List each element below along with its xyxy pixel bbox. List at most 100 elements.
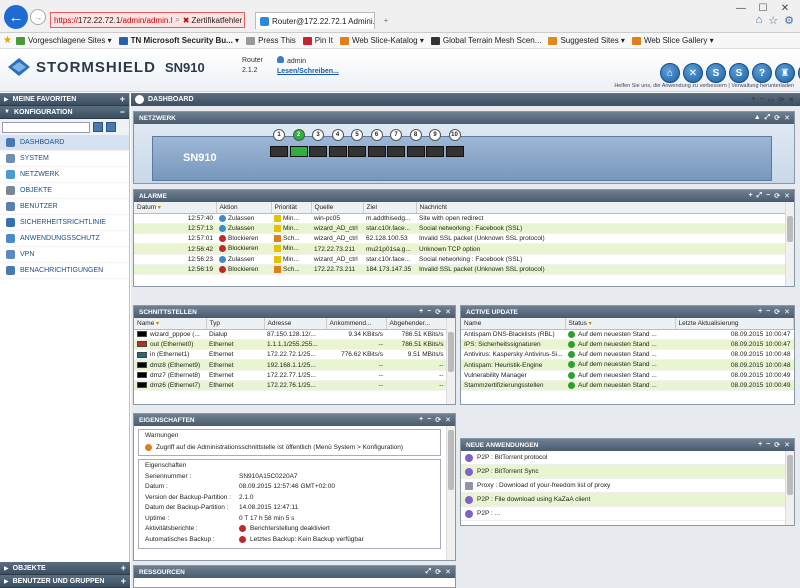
sidebar-favorites-header[interactable]: ▶ MEINE FAVORITEN +: [0, 93, 129, 106]
table-row[interactable]: Stammzertifizierungsstellen Auf dem neues…: [461, 380, 794, 392]
sidebar-item-anwendungsschutz[interactable]: ANWENDUNGSSCHUTZ: [0, 231, 129, 247]
browser-tab-active[interactable]: Router@172.22.72.1 Admini... ×: [255, 12, 375, 29]
column-header[interactable]: Adresse: [264, 318, 327, 330]
back-button[interactable]: ←: [4, 5, 28, 29]
table-row[interactable]: dmz6 (Ethernet7) Ethernet 172.22.76.1/25..…: [134, 380, 447, 392]
close-icon[interactable]: ✕: [784, 308, 790, 316]
refresh-icon[interactable]: ⟳: [778, 96, 784, 104]
table-row[interactable]: Antivirus: Kaspersky Antivirus-Si... Auf …: [461, 349, 794, 361]
search-icon[interactable]: ⌕: [175, 15, 179, 25]
table-row[interactable]: 12:56:19 Blockieren Sch... 172.22.73.211 184…: [134, 264, 786, 276]
table-row[interactable]: 12:57:01 Blockieren Sch... wizard_AD_ctrl 62…: [134, 233, 786, 245]
favorite-link[interactable]: Suggested Sites ▾: [548, 36, 625, 45]
star-icon[interactable]: ☆: [768, 14, 778, 27]
ethernet-port[interactable]: [348, 146, 366, 157]
certificate-icon[interactable]: S: [729, 63, 749, 83]
port-number[interactable]: 10: [448, 129, 461, 141]
column-header[interactable]: Nachricht: [416, 202, 786, 214]
help-icon[interactable]: ?: [752, 63, 772, 83]
port-number[interactable]: 9: [429, 129, 441, 141]
forward-button[interactable]: →: [30, 9, 46, 25]
port-number[interactable]: 4: [331, 129, 344, 141]
port-number[interactable]: 7: [390, 129, 402, 141]
minimize-icon[interactable]: −: [766, 308, 770, 316]
refresh-icon[interactable]: ⟳: [774, 192, 780, 200]
port-number[interactable]: 8: [409, 129, 422, 141]
refresh-icon[interactable]: ⟳: [435, 308, 441, 316]
port-number[interactable]: 5: [351, 129, 363, 141]
interfaces-scrollbar[interactable]: [446, 318, 455, 404]
list-item[interactable]: P2P : BitTorrent Sync: [461, 465, 785, 479]
table-row[interactable]: Antispam DNS-Blacklists (RBL) Auf dem neu…: [461, 329, 794, 340]
ethernet-port[interactable]: [309, 146, 327, 157]
expand-icon[interactable]: +: [121, 563, 126, 573]
port-number[interactable]: 2: [292, 129, 305, 141]
refresh-icon[interactable]: ⟳: [774, 308, 780, 316]
cert-error-label[interactable]: Zertifikatfehler: [192, 16, 243, 25]
column-header[interactable]: Typ: [206, 318, 265, 330]
sidebar-objects-header[interactable]: ▶ OBJEKTE +: [0, 562, 130, 575]
home-icon[interactable]: ⌂: [756, 14, 763, 27]
favorite-link[interactable]: Web Slice-Katalog ▾: [339, 36, 424, 45]
list-item[interactable]: P2P : BitTorrent protocol: [461, 451, 785, 465]
sidebar-item-vpn[interactable]: VPN: [0, 247, 129, 263]
close-icon[interactable]: ✕: [784, 114, 790, 122]
ethernet-port[interactable]: [387, 146, 405, 157]
sidebar-config-header[interactable]: ▼ KONFIGURATION −: [0, 106, 129, 119]
table-row[interactable]: in (Ethernet1) Ethernet 172.22.72.1/25... 7…: [134, 349, 447, 361]
sidebar-item-dashboard[interactable]: DASHBOARD: [0, 135, 129, 151]
sidebar-search-input[interactable]: [2, 121, 90, 133]
close-icon[interactable]: ✕: [445, 308, 451, 316]
maximize-icon[interactable]: ⤢: [765, 114, 771, 122]
refresh-icon[interactable]: ⟳: [435, 416, 441, 424]
access-mode-link[interactable]: Lesen/Schreiben...: [277, 68, 339, 75]
close-icon[interactable]: ✕: [788, 96, 794, 104]
close-icon[interactable]: ✕: [784, 192, 790, 200]
column-header[interactable]: Letzte Aktualisierung: [675, 318, 794, 330]
port-number[interactable]: 3: [312, 129, 324, 141]
list-item[interactable]: Proxy : Download of your-freedom list of…: [461, 479, 785, 493]
collapse-icon[interactable]: −: [120, 107, 125, 117]
minimize-icon[interactable]: −: [427, 308, 431, 316]
ethernet-port[interactable]: [367, 146, 386, 157]
port-number[interactable]: 6: [370, 129, 383, 141]
column-header[interactable]: Ziel: [363, 202, 417, 214]
sidebar-item-system[interactable]: SYSTEM: [0, 151, 129, 167]
column-header[interactable]: Name ▾: [134, 318, 207, 330]
restore-icon[interactable]: ▭: [768, 96, 775, 104]
gear-icon[interactable]: ⚙: [784, 14, 794, 27]
column-header[interactable]: Priorität: [271, 202, 312, 214]
favorite-link[interactable]: Press This: [246, 36, 296, 45]
sidebar-item-benachrichtigungen[interactable]: BENACHRICHTIGUNGEN: [0, 263, 129, 279]
minimize-icon[interactable]: −: [766, 441, 770, 449]
table-row[interactable]: wizard_pppoe (... Dialup 87.150.128.12/...…: [134, 329, 447, 340]
collapse-icon[interactable]: ▲: [754, 114, 761, 122]
minimize-all-icon[interactable]: −: [760, 96, 764, 103]
table-row[interactable]: Antispam: Heuristik-Engine Auf dem neuest…: [461, 359, 794, 371]
table-row[interactable]: IPS: Sicherheitssignaturen Auf dem neuest…: [461, 339, 794, 351]
table-row[interactable]: 12:56:42 Blockieren Min... 172.22.73.211 mu2…: [134, 243, 786, 255]
ssl-icon[interactable]: S: [706, 63, 726, 83]
column-header[interactable]: Ankommend...: [326, 318, 387, 330]
expand-icon[interactable]: +: [120, 94, 125, 104]
close-icon[interactable]: ✕: [784, 441, 790, 449]
sidebar-item-benutzer[interactable]: BENUTZER: [0, 199, 129, 215]
refresh-icon[interactable]: ⟳: [774, 114, 780, 122]
ethernet-port[interactable]: [445, 146, 464, 157]
minimize-icon[interactable]: −: [766, 192, 770, 200]
maximize-icon[interactable]: ⤢: [426, 568, 432, 576]
ethernet-port[interactable]: [406, 146, 425, 157]
refresh-icon[interactable]: ⟳: [435, 568, 441, 576]
table-row[interactable]: dmz7 (Ethernet8) Ethernet 172.22.77.1/25..…: [134, 370, 447, 381]
table-row[interactable]: 12:57:40 Zulassen Min... win-pc05 m.addthise…: [134, 213, 786, 224]
table-row[interactable]: 12:56:23 Zulassen Min... wizard_AD_ctrl star…: [134, 254, 786, 265]
sidebar-item-objekte[interactable]: OBJEKTE: [0, 183, 129, 199]
favorite-link[interactable]: Web Slice Gallery ▾: [631, 36, 714, 45]
refresh-icon[interactable]: ⟳: [774, 441, 780, 449]
column-header[interactable]: Name: [461, 318, 566, 330]
column-header[interactable]: Datum ▾: [134, 202, 217, 214]
list-view-icon[interactable]: [93, 122, 103, 132]
new-apps-scrollbar[interactable]: [785, 451, 794, 525]
ethernet-port[interactable]: [328, 146, 347, 157]
table-row[interactable]: dmz8 (Ethernet9) Ethernet 192.168.1.1/25..…: [134, 359, 447, 371]
